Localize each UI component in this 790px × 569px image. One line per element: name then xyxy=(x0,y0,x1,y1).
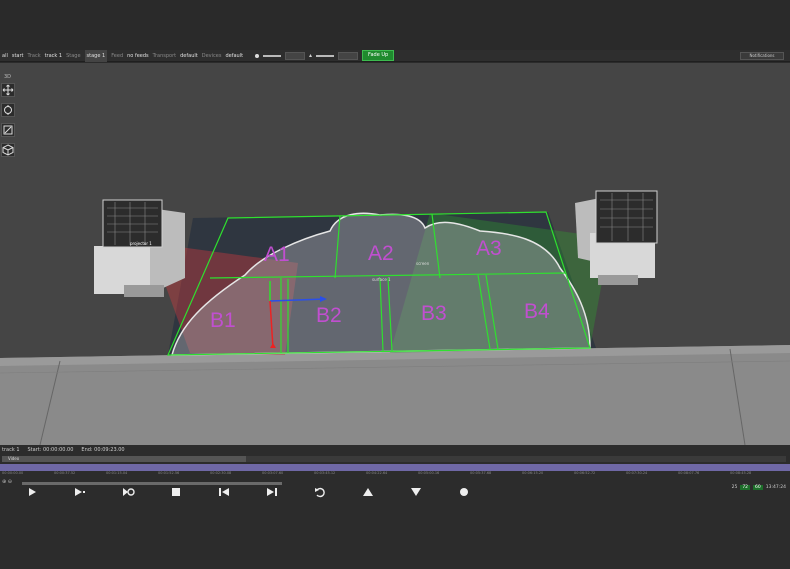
record-button[interactable] xyxy=(456,485,472,499)
timeline-ruler: 00:00:00.00 00:00:37.52 00:01:15.04 00:01:5… xyxy=(0,471,790,477)
ruler-tick-label: 00:06:52.72 xyxy=(574,471,596,475)
status-c: 60 xyxy=(753,485,763,490)
track-select[interactable]: track 1 xyxy=(45,50,63,62)
ruler-tick-label: 00:01:52.56 xyxy=(158,471,180,475)
transport-key: Transport xyxy=(152,52,177,59)
notifications-button[interactable]: Notifications xyxy=(740,52,784,60)
down-button[interactable] xyxy=(408,485,424,499)
previous-icon xyxy=(219,488,229,496)
up-button[interactable] xyxy=(360,485,376,499)
ruler-tick-label: 00:03:45.12 xyxy=(314,471,336,475)
main-toolbar: all start Track track 1 Stage stage 1 Fe… xyxy=(0,49,790,62)
play-next-icon xyxy=(75,488,85,496)
ruler-tick-label: 00:00:37.52 xyxy=(54,471,76,475)
play-next-button[interactable] xyxy=(72,485,88,499)
ruler-tick-label: 00:08:45.28 xyxy=(730,471,752,475)
object-tool[interactable] xyxy=(1,143,15,157)
svg-text:projector 1: projector 1 xyxy=(130,241,152,246)
timeline-clip-bar[interactable] xyxy=(0,464,790,471)
scale-tool[interactable] xyxy=(1,123,15,137)
play-button[interactable] xyxy=(24,485,40,499)
ruler-tick-label: 00:02:30.08 xyxy=(210,471,232,475)
volume-slider[interactable] xyxy=(316,54,335,57)
3d-viewport[interactable]: A1 A2 A3 B1 B2 B3 B4 screen surface 1 pr… xyxy=(0,63,790,445)
ruler-tick-label: 00:00:00.00 xyxy=(2,471,24,475)
brightness-slider[interactable] xyxy=(263,54,282,57)
ruler-tick-label: 00:08:07.76 xyxy=(678,471,700,475)
ruler-tick-label: 00:01:15.04 xyxy=(106,471,128,475)
devices-select[interactable]: default xyxy=(225,50,243,62)
region-label-b2: B2 xyxy=(316,304,342,327)
ruler-tick-label: 00:05:00.16 xyxy=(418,471,440,475)
region-label-b1: B1 xyxy=(210,309,236,332)
fade-up-button[interactable]: Fade Up xyxy=(362,50,395,61)
scale-icon xyxy=(3,125,13,135)
stop-button[interactable] xyxy=(168,485,184,499)
region-label-a3: A3 xyxy=(476,237,502,260)
triangle-up-icon xyxy=(363,488,373,496)
feed-key: Feed xyxy=(111,52,124,59)
ruler-tick-label: 00:05:37.68 xyxy=(470,471,492,475)
top-empty-area xyxy=(0,0,790,50)
stage-scene: A1 A2 A3 B1 B2 B3 B4 screen surface 1 pr… xyxy=(0,190,790,445)
video-layer-track xyxy=(246,456,786,462)
region-label-a1: A1 xyxy=(264,243,290,266)
start-label[interactable]: start xyxy=(12,50,24,62)
app-menu[interactable]: all xyxy=(2,50,8,62)
move-tool[interactable] xyxy=(1,83,15,97)
view-mode-label: 3D xyxy=(4,74,12,80)
triangle-down-icon xyxy=(411,488,421,496)
timeline-header: track 1 Start: 00:00:00.00 End: 00:09:23… xyxy=(0,445,790,455)
rotate-tool[interactable] xyxy=(1,103,15,117)
undo-icon xyxy=(315,487,325,498)
feed-select[interactable]: no feeds xyxy=(127,50,149,62)
undo-button[interactable] xyxy=(312,485,328,499)
next-cue-button[interactable] xyxy=(264,485,280,499)
timeline-panel: track 1 Start: 00:00:00.00 End: 00:09:23… xyxy=(0,445,790,569)
move-icon xyxy=(2,84,14,96)
loop-button[interactable] xyxy=(120,485,136,499)
volume-icon: ▴ xyxy=(309,51,313,59)
surface-label: surface 1 xyxy=(372,277,391,282)
record-icon xyxy=(460,488,468,496)
track-end: End: 00:09:23.00 xyxy=(81,447,125,453)
ruler-tick-label: 00:03:07.60 xyxy=(262,471,284,475)
ruler-tick-label: 00:06:15.20 xyxy=(522,471,544,475)
loop-icon xyxy=(123,488,135,496)
region-label-b3: B3 xyxy=(421,302,447,325)
region-label-a2: A2 xyxy=(368,242,394,265)
region-label-b4: B4 xyxy=(524,300,550,323)
clock: 13:47:24 xyxy=(765,485,786,490)
play-icon xyxy=(29,488,36,496)
stage-key: Stage xyxy=(66,52,81,59)
previous-cue-button[interactable] xyxy=(216,485,232,499)
screen-label: screen xyxy=(416,261,430,266)
brightness-icon xyxy=(255,53,260,58)
ruler-tick-label: 00:04:22.64 xyxy=(366,471,388,475)
zoom-slider[interactable] xyxy=(22,482,282,485)
transport-select[interactable]: default xyxy=(180,50,198,62)
video-layer[interactable]: Video xyxy=(2,456,246,462)
stop-icon xyxy=(172,488,180,496)
devices-key: Devices xyxy=(201,52,222,59)
ruler-tick-label: 00:07:30.24 xyxy=(626,471,648,475)
volume-value[interactable] xyxy=(338,51,359,60)
status-readout: 25 72 60 13:47:24 xyxy=(732,485,786,490)
status-a: 25 xyxy=(731,485,738,490)
track-key: Track xyxy=(27,52,41,59)
projector-left[interactable]: projector 1 xyxy=(94,199,185,297)
track-name[interactable]: track 1 xyxy=(2,445,20,455)
track-start: Start: 00:00:00.00 xyxy=(27,447,74,453)
brightness-value[interactable] xyxy=(285,51,306,60)
next-icon xyxy=(267,488,277,496)
rotate-icon xyxy=(4,105,12,115)
stage-select[interactable]: stage 1 xyxy=(84,49,108,62)
status-b: 72 xyxy=(740,485,751,490)
cube-icon xyxy=(2,144,14,156)
zoom-icon[interactable]: ⊕ ⊖ xyxy=(2,479,12,485)
